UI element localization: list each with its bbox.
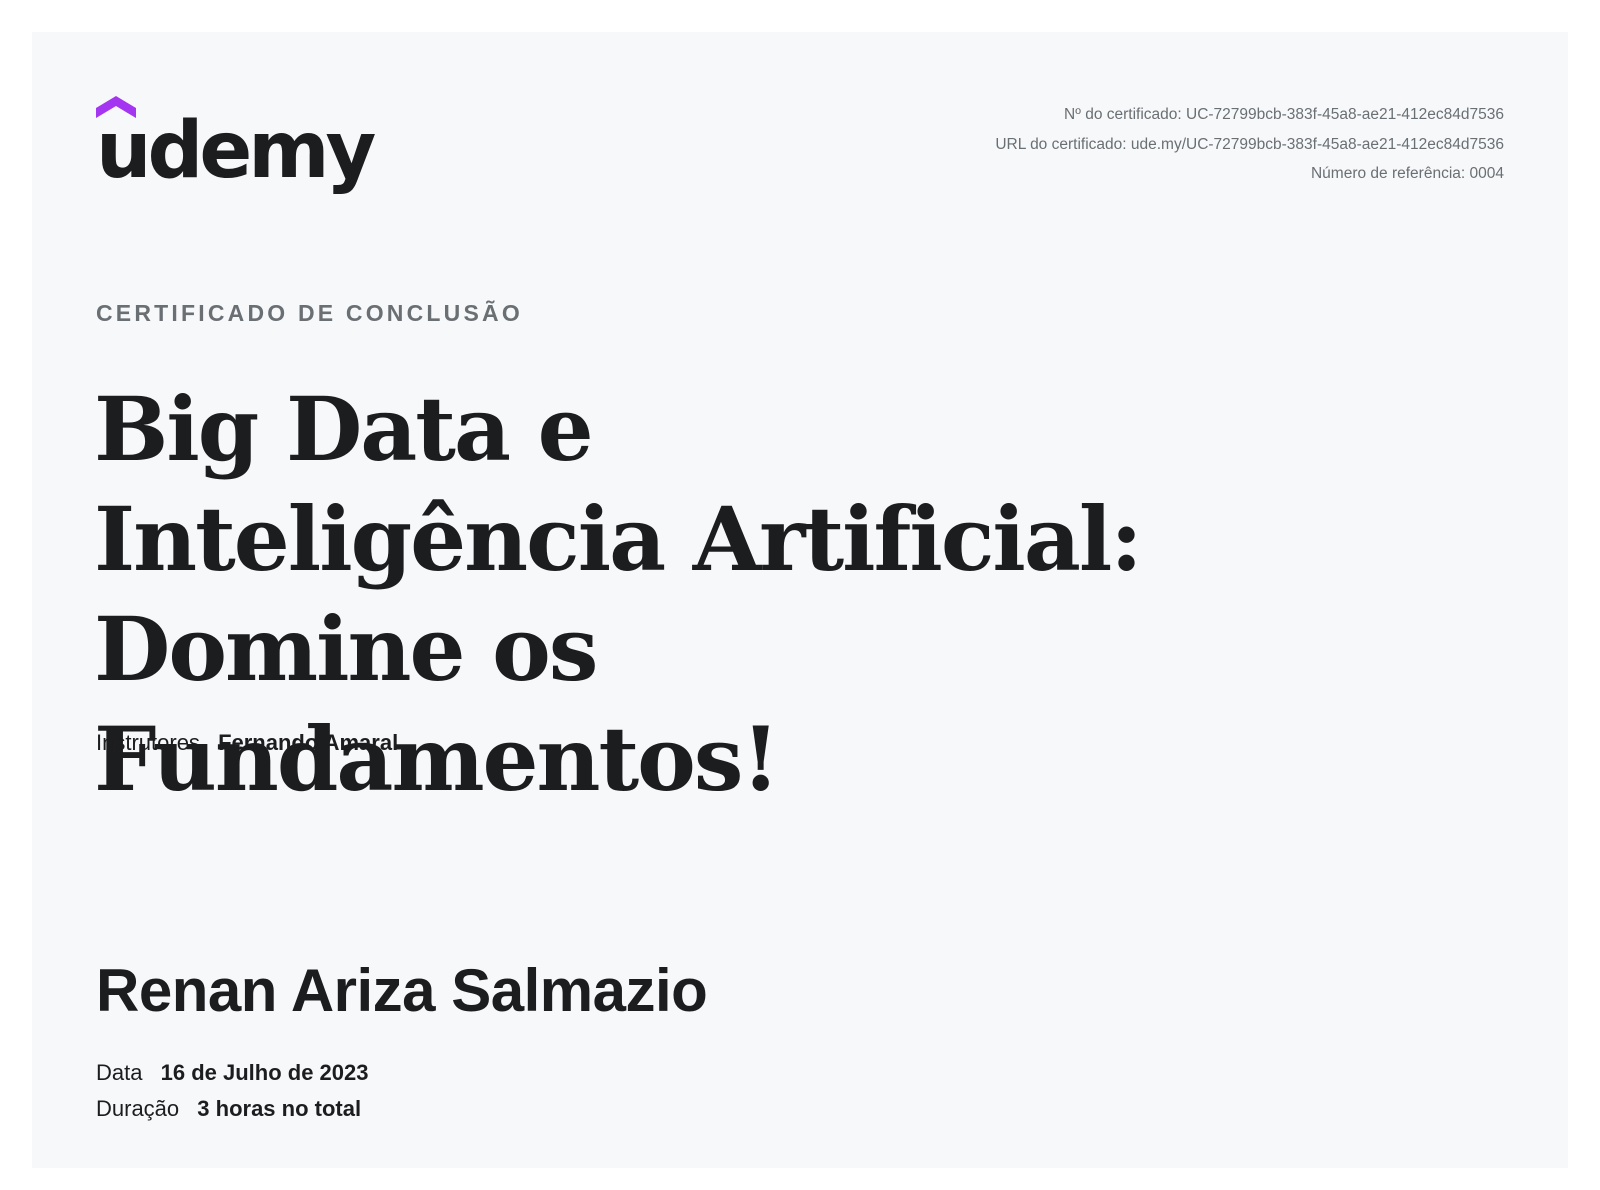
udemy-wordmark: udemy [96,106,376,196]
duration-label: Duração [96,1096,180,1121]
duration-value: 3 horas no total [197,1096,362,1121]
date-value: 16 de Julho de 2023 [160,1060,369,1085]
duration-row: Duração 3 horas no total [96,1096,361,1122]
instructors-label: Instrutores [96,730,200,755]
udemy-logo: udemy [96,96,376,200]
instructors-value: Fernando Amaral [218,730,399,755]
date-row: Data 16 de Julho de 2023 [96,1060,368,1086]
certificate-eyebrow: CERTIFICADO DE CONCLUSÃO [96,300,523,326]
certificate-number: Nº do certificado: UC-72799bcb-383f-45a8… [1064,106,1504,123]
date-label: Data [96,1060,143,1085]
instructors-row: Instrutores Fernando Amaral [96,730,398,756]
certificate-url: URL do certificado: ude.my/UC-72799bcb-3… [995,135,1504,153]
certificate-card: udemy Nº do certificado: UC-72799bcb-383… [32,32,1568,1168]
certificate-meta: Nº do certificado: UC-72799bcb-383f-45a8… [995,100,1504,189]
student-name: Renan Ariza Salmazio [96,957,708,1024]
reference-number: Número de referência: 0004 [1310,165,1504,182]
